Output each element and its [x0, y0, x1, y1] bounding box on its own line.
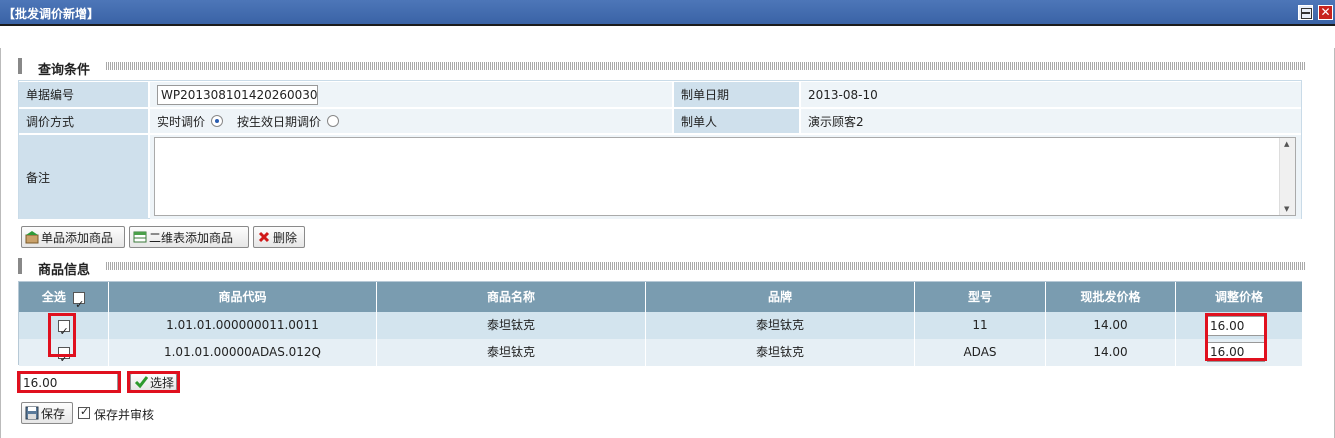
window-title-bar: 【批发调价新增】 ✕: [0, 0, 1335, 26]
doc-no-label: 单据编号: [19, 82, 148, 107]
query-section-title: 查询条件: [38, 63, 91, 78]
method-realtime-label: 实时调价: [157, 114, 206, 129]
save-and-audit-label: 保存并审核: [94, 408, 155, 422]
price-highlight: [1205, 313, 1267, 361]
method-realtime-radio[interactable]: [211, 115, 224, 127]
close-icon[interactable]: ✕: [1318, 5, 1333, 20]
delete-icon: [257, 230, 271, 244]
batch-price-highlight: [17, 371, 121, 393]
creator-value: 演示顾客2: [801, 109, 1301, 133]
row-name: 泰坦钛克: [377, 339, 646, 366]
checkbox-highlight: [48, 313, 76, 357]
select-all-checkbox[interactable]: [73, 290, 86, 320]
scroll-down-icon[interactable]: ▼: [1284, 205, 1289, 213]
remark-textarea[interactable]: ▲ ▼: [154, 137, 1296, 216]
scroll-up-icon[interactable]: ▲: [1284, 140, 1289, 148]
method-effective-label: 按生效日期调价: [237, 114, 322, 129]
row-name: 泰坦钛克: [377, 312, 646, 339]
header-brand: 品牌: [646, 282, 915, 312]
row-current-price: 14.00: [1046, 312, 1176, 339]
header-code: 商品代码: [109, 282, 377, 312]
select-button-highlight: [127, 371, 180, 393]
date-value: 2013-08-10: [801, 82, 1301, 107]
remark-label: 备注: [19, 135, 148, 219]
header-adjusted-price: 调整价格: [1176, 282, 1302, 312]
row-brand: 泰坦钛克: [646, 312, 915, 339]
header-model: 型号: [915, 282, 1046, 312]
row-code: 1.01.01.00000ADAS.012Q: [109, 339, 377, 366]
window-title: 【批发调价新增】: [3, 7, 100, 21]
row-code: 1.01.01.000000011.0011: [109, 312, 377, 339]
save-button[interactable]: 保存: [21, 402, 73, 424]
goods-table: 全选 商品代码 商品名称 品牌 型号 现批发价格 调整价格 1.01.01.00…: [18, 281, 1302, 372]
row-model: ADAS: [915, 339, 1046, 366]
row-model: 11: [915, 312, 1046, 339]
date-label: 制单日期: [674, 82, 799, 107]
header-name: 商品名称: [377, 282, 646, 312]
method-effective-radio[interactable]: [327, 115, 340, 127]
row-brand: 泰坦钛克: [646, 339, 915, 366]
add-single-goods-button[interactable]: 单品添加商品: [21, 226, 125, 248]
doc-no-input[interactable]: WP201308101420260030: [157, 84, 318, 105]
maximize-icon[interactable]: [1298, 5, 1313, 20]
select-all-header[interactable]: 全选: [19, 282, 109, 320]
row-current-price: 14.00: [1046, 339, 1176, 366]
save-and-audit-checkbox[interactable]: [78, 405, 90, 419]
table-icon: [133, 230, 147, 244]
save-icon: [25, 406, 39, 420]
creator-label: 制单人: [674, 109, 799, 133]
goods-section-header: 商品信息: [18, 258, 1305, 278]
query-form: 单据编号 WP201308101420260030 制单日期 2013-08-1…: [18, 80, 1302, 219]
box-icon: [25, 230, 39, 244]
header-current-price: 现批发价格: [1046, 282, 1176, 312]
query-section-header: 查询条件: [18, 58, 1305, 78]
method-label: 调价方式: [19, 109, 148, 133]
remark-scrollbar[interactable]: ▲ ▼: [1279, 138, 1295, 215]
add-matrix-goods-button[interactable]: 二维表添加商品: [129, 226, 249, 248]
goods-section-title: 商品信息: [38, 263, 91, 278]
delete-button[interactable]: 删除: [253, 226, 305, 248]
